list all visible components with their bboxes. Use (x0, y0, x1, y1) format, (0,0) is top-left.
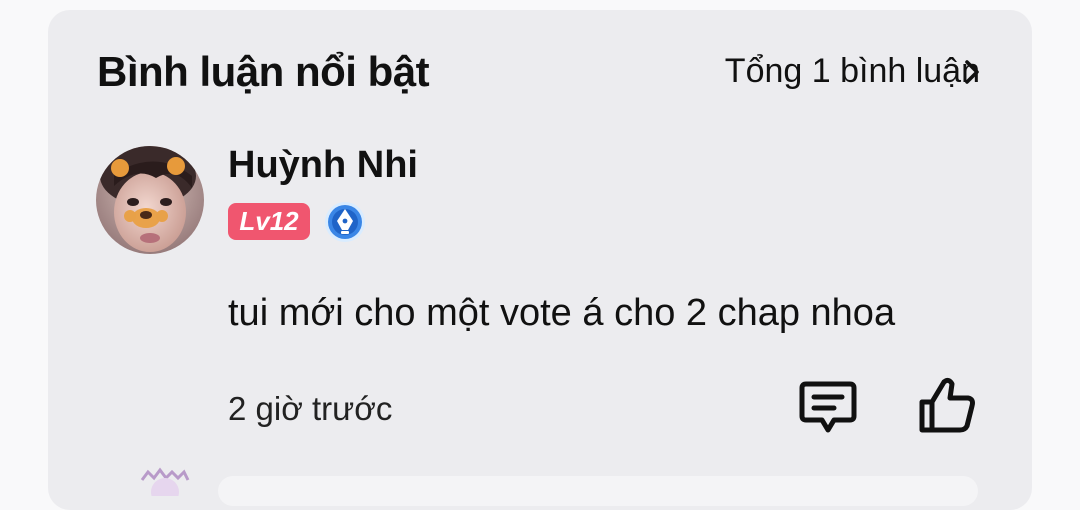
next-comment-avatar (136, 466, 194, 496)
total-comments-label: Tổng 1 bình luận (724, 52, 980, 90)
section-title: Bình luận nổi bật (97, 48, 430, 95)
total-comments-link[interactable]: Tổng 1 bình luận (725, 52, 980, 91)
comment-icon[interactable] (798, 378, 858, 436)
avatar[interactable] (96, 146, 204, 254)
thumbs-up-icon[interactable] (916, 374, 978, 436)
comment-username[interactable]: Huỳnh Nhi (228, 144, 418, 187)
pen-nib-badge-icon (325, 202, 365, 242)
comment-text: tui mới cho một vote á cho 2 chap nhoa (228, 292, 896, 334)
next-comment-placeholder (218, 476, 978, 506)
level-badge: Lv12 (228, 203, 310, 240)
chevron-right-icon[interactable] (958, 58, 986, 86)
comment-timestamp: 2 giờ trước (228, 390, 393, 427)
